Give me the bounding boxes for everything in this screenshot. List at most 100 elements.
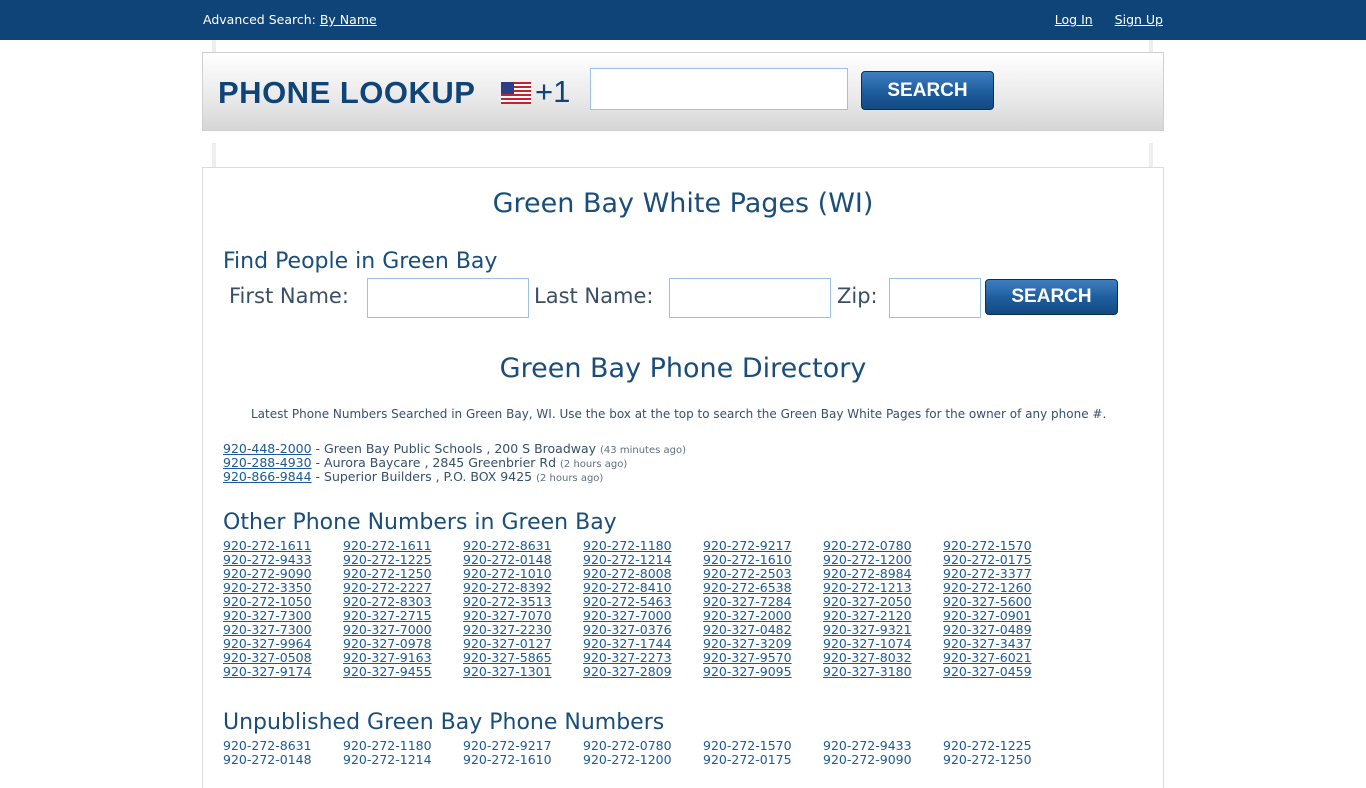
phone-number-link[interactable]: 920-327-7000 (343, 623, 463, 637)
phone-number-link[interactable]: 920-327-9321 (823, 623, 943, 637)
first-name-input[interactable] (367, 278, 529, 318)
phone-number-link[interactable]: 920-327-2715 (343, 609, 463, 623)
phone-number-link[interactable]: 920-327-5865 (463, 651, 583, 665)
phone-number-link[interactable]: 920-272-1611 (223, 539, 343, 553)
latest-number-link[interactable]: 920-448-2000 (223, 441, 312, 456)
phone-number-link[interactable]: 920-272-9090 (223, 567, 343, 581)
phone-number-link[interactable]: 920-327-0901 (943, 609, 1063, 623)
phone-number-link[interactable]: 920-327-8032 (823, 651, 943, 665)
phone-number-link[interactable]: 920-327-0459 (943, 665, 1063, 679)
phone-number-link[interactable]: 920-327-2273 (583, 651, 703, 665)
phone-number-link[interactable]: 920-272-1213 (823, 581, 943, 595)
phone-number-text: 920-272-1250 (943, 752, 1032, 767)
phone-number-link[interactable]: 920-327-9455 (343, 665, 463, 679)
phone-number-link[interactable]: 920-327-0127 (463, 637, 583, 651)
phone-number-link[interactable]: 920-327-2050 (823, 595, 943, 609)
zip-label: Zip: (837, 284, 878, 308)
phone-number-link[interactable]: 920-327-3437 (943, 637, 1063, 651)
people-search-button[interactable]: SEARCH (985, 279, 1118, 315)
latest-number-link[interactable]: 920-288-4930 (223, 455, 312, 470)
phone-number-link[interactable]: 920-272-1570 (943, 539, 1063, 553)
phone-number-link[interactable]: 920-272-1180 (583, 539, 703, 553)
phone-number-input[interactable] (590, 68, 848, 110)
zip-input[interactable] (889, 278, 981, 318)
phone-number-link[interactable]: 920-327-7300 (223, 623, 343, 637)
phone-number-link[interactable]: 920-272-3513 (463, 595, 583, 609)
phone-number-link[interactable]: 920-327-7284 (703, 595, 823, 609)
phone-number-link[interactable]: 920-272-6538 (703, 581, 823, 595)
phone-number-text: 920-272-9217 (463, 738, 552, 753)
phone-number-link[interactable]: 920-272-9217 (703, 539, 823, 553)
phone-number-link[interactable]: 920-272-8631 (463, 539, 583, 553)
account-links: Log In Sign Up (1037, 12, 1163, 27)
phone-number-link[interactable]: 920-272-8008 (583, 567, 703, 581)
phone-number-text: 920-272-1225 (943, 738, 1032, 753)
phone-number-link[interactable]: 920-327-7000 (583, 609, 703, 623)
phone-number-link[interactable]: 920-272-0148 (463, 553, 583, 567)
phone-number-link[interactable]: 920-327-2120 (823, 609, 943, 623)
phone-number-link[interactable]: 920-327-2809 (583, 665, 703, 679)
last-name-input[interactable] (669, 278, 831, 318)
phone-number-link[interactable]: 920-272-0780 (823, 539, 943, 553)
phone-number-link[interactable]: 920-327-0482 (703, 623, 823, 637)
phone-number-text: 920-272-0175 (703, 752, 792, 767)
rail-left-top (212, 40, 216, 52)
phone-number-link[interactable]: 920-272-8392 (463, 581, 583, 595)
phone-number-link[interactable]: 920-272-1250 (343, 567, 463, 581)
signup-link[interactable]: Sign Up (1115, 12, 1163, 27)
phone-number-link[interactable]: 920-272-2503 (703, 567, 823, 581)
phone-number-link[interactable]: 920-272-9433 (223, 553, 343, 567)
phone-number-link[interactable]: 920-272-1214 (583, 553, 703, 567)
phone-number-link[interactable]: 920-327-3209 (703, 637, 823, 651)
phone-number-link[interactable]: 920-327-9964 (223, 637, 343, 651)
phone-number-text: 920-272-1180 (343, 738, 432, 753)
phone-number-link[interactable]: 920-272-1200 (823, 553, 943, 567)
latest-time: (2 hours ago) (536, 473, 604, 484)
phone-number-link[interactable]: 920-272-8984 (823, 567, 943, 581)
phone-number-link[interactable]: 920-327-2000 (703, 609, 823, 623)
phone-number-link[interactable]: 920-272-3377 (943, 567, 1063, 581)
phone-number-link[interactable]: 920-327-5600 (943, 595, 1063, 609)
phone-number-link[interactable]: 920-327-6021 (943, 651, 1063, 665)
phone-number-link[interactable]: 920-272-1611 (343, 539, 463, 553)
phone-number-link[interactable]: 920-272-8303 (343, 595, 463, 609)
phone-number-link[interactable]: 920-327-1744 (583, 637, 703, 651)
phone-number-link[interactable]: 920-272-1610 (703, 553, 823, 567)
phone-lookup-title: PHONE LOOKUP (218, 75, 476, 110)
phone-number-link[interactable]: 920-327-1074 (823, 637, 943, 651)
phone-number-link[interactable]: 920-272-0175 (943, 553, 1063, 567)
last-name-label: Last Name: (534, 284, 654, 308)
latest-time: (43 minutes ago) (600, 445, 686, 456)
phone-number-link[interactable]: 920-327-0508 (223, 651, 343, 665)
phone-number-link[interactable]: 920-327-3180 (823, 665, 943, 679)
phone-number-link[interactable]: 920-327-7300 (223, 609, 343, 623)
phone-number-link[interactable]: 920-272-5463 (583, 595, 703, 609)
latest-number-link[interactable]: 920-866-9844 (223, 469, 312, 484)
phone-number-link[interactable]: 920-272-2227 (343, 581, 463, 595)
phone-search-button[interactable]: SEARCH (861, 71, 994, 110)
phone-number-link[interactable]: 920-327-9095 (703, 665, 823, 679)
advanced-search-label: Advanced Search: (203, 12, 316, 27)
phone-number-link[interactable]: 920-327-9570 (703, 651, 823, 665)
latest-searches: 920-448-2000 - Green Bay Public Schools … (223, 441, 686, 485)
phone-number-link[interactable]: 920-272-1010 (463, 567, 583, 581)
phone-number-link[interactable]: 920-327-0376 (583, 623, 703, 637)
phone-number-link[interactable]: 920-272-1050 (223, 595, 343, 609)
phone-number-link[interactable]: 920-327-9174 (223, 665, 343, 679)
phone-number-link[interactable]: 920-272-3350 (223, 581, 343, 595)
phone-number-text: 920-272-8631 (223, 738, 312, 753)
phone-number-link[interactable]: 920-327-1301 (463, 665, 583, 679)
unpublished-numbers-heading: Unpublished Green Bay Phone Numbers (223, 710, 665, 735)
by-name-link[interactable]: By Name (320, 12, 377, 27)
phone-number-link[interactable]: 920-327-0978 (343, 637, 463, 651)
phone-number-link[interactable]: 920-327-7070 (463, 609, 583, 623)
phone-number-link[interactable]: 920-327-2230 (463, 623, 583, 637)
phone-number-link[interactable]: 920-272-8410 (583, 581, 703, 595)
main-content: Green Bay White Pages (WI) Find People i… (202, 167, 1164, 788)
phone-number-link[interactable]: 920-327-9163 (343, 651, 463, 665)
phone-number-link[interactable]: 920-272-1260 (943, 581, 1063, 595)
phone-number-link[interactable]: 920-327-0489 (943, 623, 1063, 637)
login-link[interactable]: Log In (1055, 12, 1093, 27)
other-numbers-heading: Other Phone Numbers in Green Bay (223, 510, 617, 535)
phone-number-link[interactable]: 920-272-1225 (343, 553, 463, 567)
